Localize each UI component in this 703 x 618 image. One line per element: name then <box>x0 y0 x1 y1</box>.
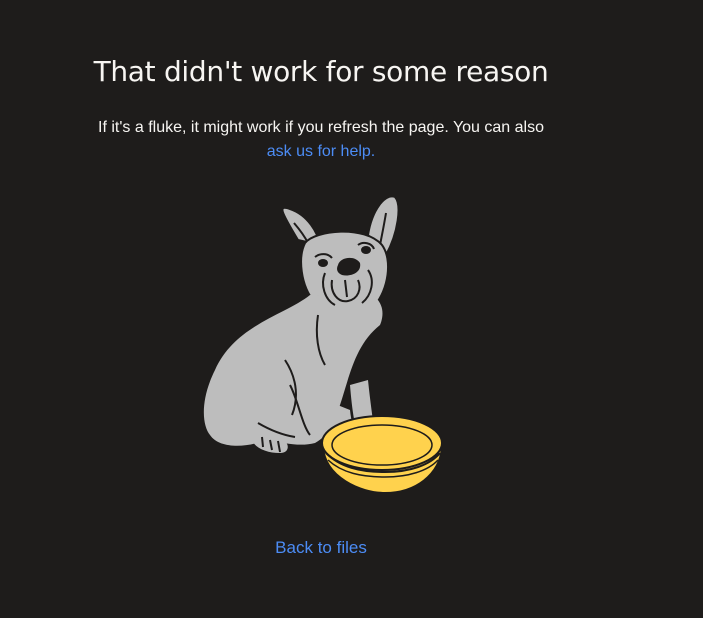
error-message-text: If it's a fluke, it might work if you re… <box>98 119 544 136</box>
error-message: If it's a fluke, it might work if you re… <box>40 116 602 164</box>
page-title: That didn't work for some reason <box>93 55 549 88</box>
ask-for-help-link[interactable]: ask us for help. <box>267 143 376 160</box>
empty-bowl-icon <box>321 415 444 495</box>
back-to-files-link[interactable]: Back to files <box>0 538 642 558</box>
sad-dog-with-empty-bowl-illustration <box>190 185 460 500</box>
